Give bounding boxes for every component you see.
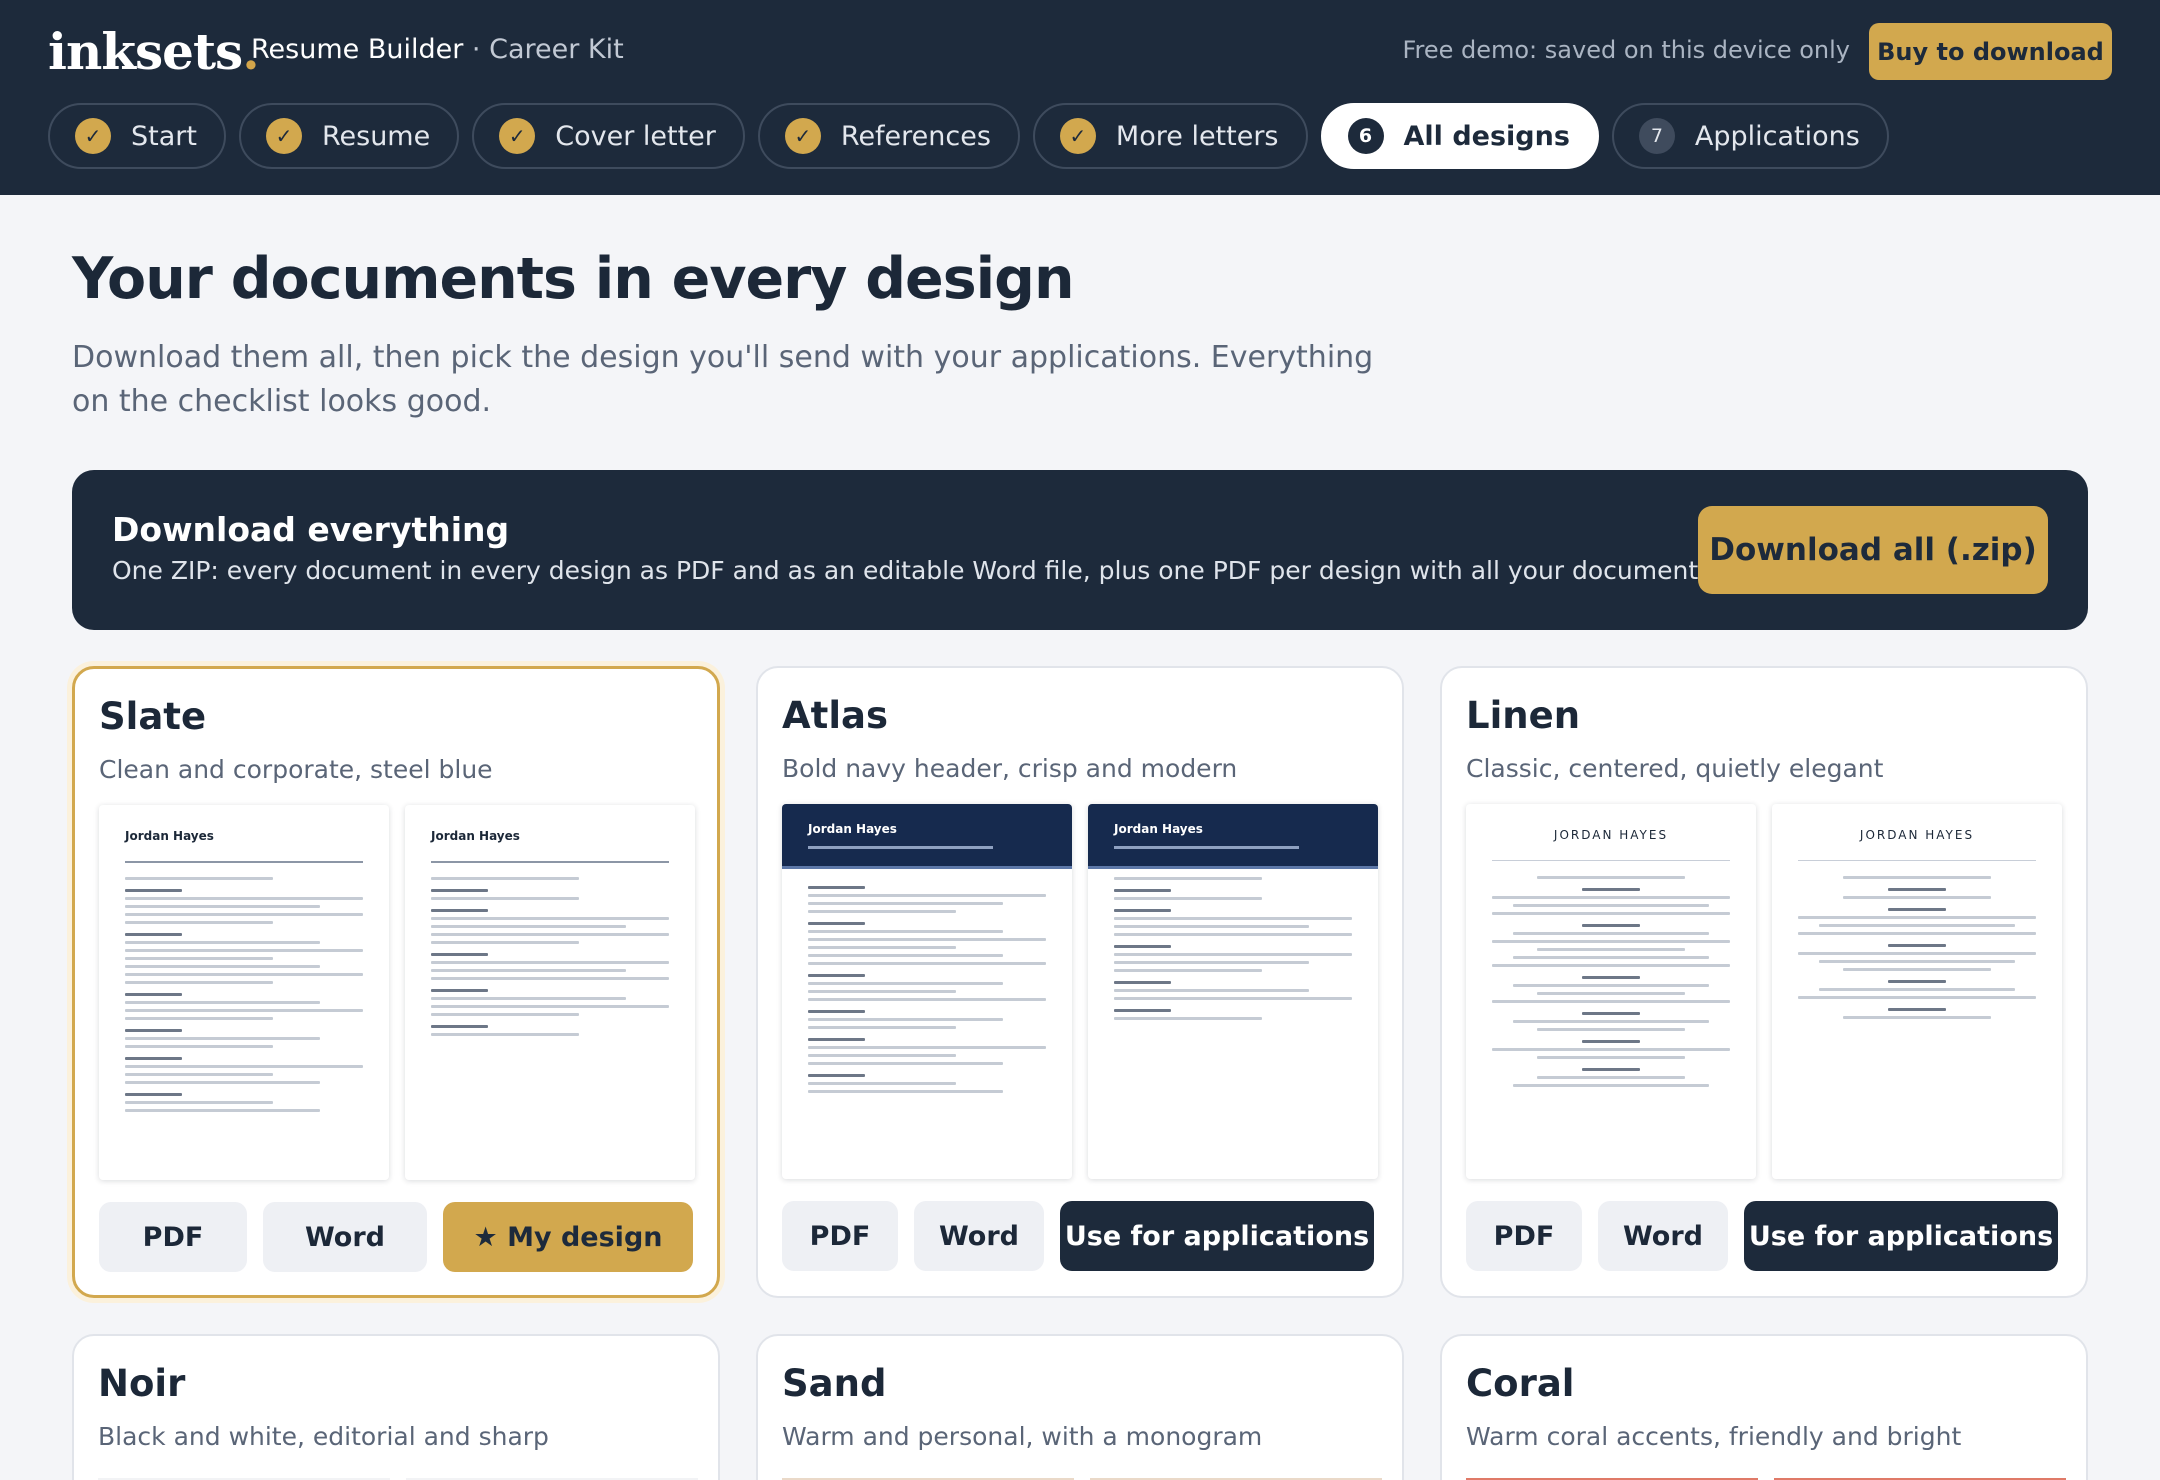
logo[interactable]: inksets. [48, 22, 260, 81]
check-icon: ✓ [1059, 118, 1096, 154]
step-label: All designs [1403, 120, 1570, 152]
design-card-coral: Coral Warm coral accents, friendly and b… [1440, 1334, 2088, 1480]
design-name: Coral [1466, 1362, 1575, 1405]
app-title: Resume Builder · Career Kit [251, 34, 624, 65]
preview-name: Jordan Hayes [431, 829, 520, 843]
check-icon: ✓ [784, 118, 821, 154]
resume-preview[interactable]: Jordan Hayes [99, 805, 389, 1180]
preview-name: JORDAN HAYES [1553, 828, 1669, 842]
step-references[interactable]: ✓ References [757, 103, 1020, 169]
step-label: Cover letter [555, 120, 716, 152]
design-actions: PDF Word ★ My design [99, 1202, 693, 1272]
preview-name: Jordan Hayes [125, 829, 214, 843]
step-label: Applications [1694, 120, 1860, 152]
design-name: Noir [98, 1362, 186, 1405]
download-all-zip-button[interactable]: Download all (.zip) [1698, 506, 2048, 594]
design-actions: PDF Word Use for applications [1466, 1201, 2058, 1271]
design-description: Bold navy header, crisp and modern [782, 754, 1238, 783]
design-previews: Jordan Hayes Jordan Hayes [782, 804, 1378, 1179]
title-separator: · [471, 34, 481, 65]
resume-preview[interactable]: JORDAN HAYES [1466, 804, 1756, 1179]
design-description: Warm and personal, with a monogram [782, 1422, 1263, 1451]
step-number-badge: 7 [1638, 118, 1675, 154]
page-title: Your documents in every design [72, 246, 1075, 312]
step-start[interactable]: ✓ Start [48, 103, 226, 169]
step-label: Start [131, 120, 197, 152]
app-name: Resume Builder [251, 34, 464, 65]
design-card-linen: Linen Classic, centered, quietly elegant… [1440, 666, 2088, 1298]
check-icon: ✓ [499, 118, 536, 154]
design-description: Classic, centered, quietly elegant [1466, 754, 1884, 783]
top-bar: inksets. Resume Builder · Career Kit Fre… [0, 0, 2160, 195]
step-navigation: ✓ Start ✓ Resume ✓ Cover letter ✓ Refere… [48, 103, 1889, 169]
check-icon: ✓ [265, 118, 302, 154]
design-name: Slate [99, 695, 207, 738]
design-name: Atlas [782, 694, 888, 737]
resume-preview[interactable]: Jordan Hayes [782, 804, 1072, 1179]
cover-letter-preview[interactable]: Jordan Hayes [1088, 804, 1378, 1179]
cover-letter-preview[interactable]: Jordan Hayes [405, 805, 695, 1180]
pdf-button[interactable]: PDF [99, 1202, 247, 1272]
step-applications[interactable]: 7 Applications [1611, 103, 1889, 169]
design-card-slate: Slate Clean and corporate, steel blue Jo… [72, 666, 720, 1298]
use-for-applications-button[interactable]: Use for applications [1744, 1201, 2058, 1271]
step-label: References [840, 120, 991, 152]
design-name: Sand [782, 1362, 887, 1405]
design-previews: Jordan Hayes Jordan Hayes [99, 805, 695, 1180]
design-card-atlas: Atlas Bold navy header, crisp and modern… [756, 666, 1404, 1298]
design-card-sand: Sand Warm and personal, with a monogram [756, 1334, 1404, 1480]
design-description: Warm coral accents, friendly and bright [1466, 1422, 1962, 1451]
banner-description: One ZIP: every document in every design … [112, 556, 1720, 585]
banner-title: Download everything [112, 510, 510, 549]
word-button[interactable]: Word [1598, 1201, 1728, 1271]
step-cover-letter[interactable]: ✓ Cover letter [472, 103, 745, 169]
design-actions: PDF Word Use for applications [782, 1201, 1374, 1271]
design-description: Black and white, editorial and sharp [98, 1422, 549, 1451]
cover-letter-preview[interactable]: JORDAN HAYES [1772, 804, 2062, 1179]
buy-to-download-button[interactable]: Buy to download [1869, 23, 2112, 80]
word-button[interactable]: Word [263, 1202, 427, 1272]
design-name: Linen [1466, 694, 1581, 737]
design-previews: JORDAN HAYES JORDAN HAYES [1466, 804, 2062, 1179]
demo-note: Free demo: saved on this device only [1402, 36, 1850, 64]
step-label: Resume [321, 120, 431, 152]
kit-name: Career Kit [489, 34, 624, 65]
download-banner: Download everything One ZIP: every docum… [72, 470, 2088, 630]
pdf-button[interactable]: PDF [782, 1201, 898, 1271]
step-resume[interactable]: ✓ Resume [238, 103, 460, 169]
logo-text: inksets [48, 22, 243, 81]
design-card-noir: Noir Black and white, editorial and shar… [72, 1334, 720, 1480]
step-number-badge: 6 [1347, 118, 1384, 154]
step-label: More letters [1115, 120, 1279, 152]
word-button[interactable]: Word [914, 1201, 1044, 1271]
my-design-button[interactable]: ★ My design [443, 1202, 693, 1272]
check-icon: ✓ [75, 118, 111, 154]
step-all-designs[interactable]: 6 All designs [1320, 103, 1599, 169]
design-description: Clean and corporate, steel blue [99, 755, 493, 784]
page-subtitle: Download them all, then pick the design … [72, 340, 1374, 419]
preview-name: Jordan Hayes [808, 822, 897, 836]
pdf-button[interactable]: PDF [1466, 1201, 1582, 1271]
step-more-letters[interactable]: ✓ More letters [1032, 103, 1308, 169]
use-for-applications-button[interactable]: Use for applications [1060, 1201, 1374, 1271]
preview-name: Jordan Hayes [1114, 822, 1203, 836]
preview-name: JORDAN HAYES [1859, 828, 1975, 842]
